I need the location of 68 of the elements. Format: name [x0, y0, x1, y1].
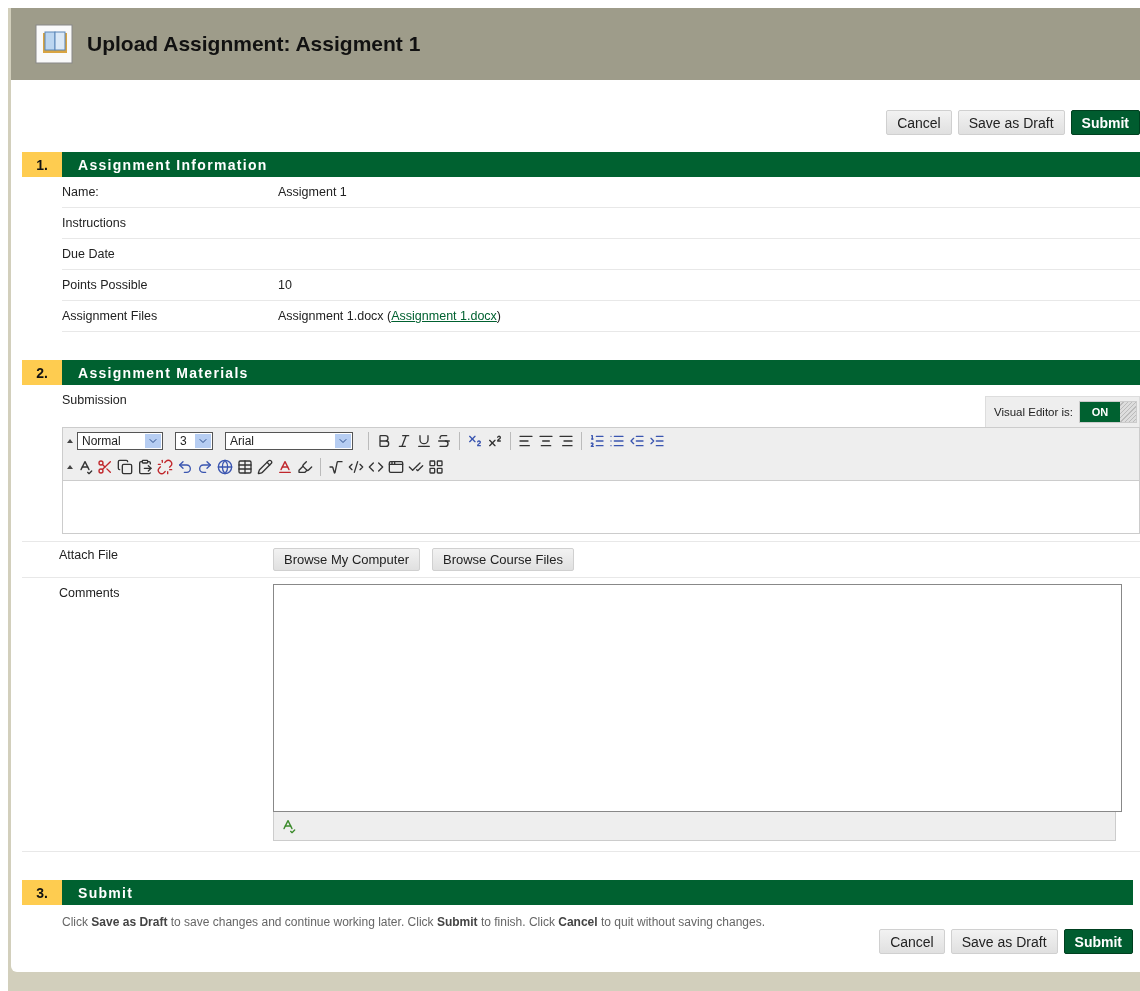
field-label: Instructions — [62, 216, 127, 230]
unlink-icon[interactable] — [157, 459, 173, 475]
submission-label: Submission — [62, 393, 127, 407]
bullet-list-icon[interactable] — [609, 433, 625, 449]
submit-instructions: Click Save as Draft to save changes and continue working later. Click Submit to finish. Click Cancel to quit without saving changes. — [61, 914, 767, 929]
table-icon[interactable] — [237, 459, 253, 475]
indent-icon[interactable] — [649, 433, 665, 449]
section-number: 2. — [22, 360, 62, 385]
browse-button[interactable]: Browse My Computer — [273, 548, 420, 571]
italic-icon[interactable] — [396, 433, 412, 449]
file-link[interactable]: Assignment 1.docx — [391, 309, 497, 323]
window-icon[interactable] — [388, 459, 404, 475]
outdent-icon[interactable] — [629, 433, 645, 449]
superscript-icon[interactable] — [487, 433, 503, 449]
paste-icon[interactable] — [137, 459, 153, 475]
collapse-icon[interactable] — [67, 439, 73, 443]
visual-editor-toggle[interactable]: ON — [1079, 401, 1137, 423]
numbered-list-icon[interactable] — [589, 433, 605, 449]
submit-button[interactable]: Submit — [1070, 110, 1140, 135]
comments-label: Comments — [59, 586, 121, 602]
attach-file-label: Attach File — [59, 548, 120, 562]
section-title: Assignment Materials — [77, 363, 249, 383]
spellcheck-icon[interactable] — [280, 818, 296, 834]
code-icon[interactable] — [368, 459, 384, 475]
subscript-icon[interactable] — [467, 433, 483, 449]
align-left-icon[interactable] — [518, 433, 534, 449]
font-color-icon[interactable] — [277, 459, 293, 475]
pencil-icon[interactable] — [257, 459, 273, 475]
comments-field[interactable] — [273, 584, 1122, 812]
copy-icon[interactable] — [117, 459, 133, 475]
redo-icon[interactable] — [197, 459, 213, 475]
assignment-icon — [35, 24, 73, 64]
section-title: Submit — [77, 883, 134, 903]
field-value: Assignment 1.docx (Assignment 1.docx) — [278, 309, 503, 323]
code-icon[interactable] — [348, 459, 364, 475]
submit-button[interactable]: Submit — [1063, 929, 1133, 954]
field-label: Points Possible — [62, 278, 149, 292]
field-label: Assignment Files — [62, 309, 159, 323]
undo-icon[interactable] — [177, 459, 193, 475]
field-value: Assigment 1 — [278, 185, 348, 199]
strikethrough-icon[interactable] — [436, 433, 452, 449]
secondary-button[interactable]: Cancel — [886, 110, 952, 135]
align-right-icon[interactable] — [558, 433, 574, 449]
font-select[interactable]: Arial — [225, 432, 353, 450]
visual-editor-label: Visual Editor is: — [993, 406, 1073, 418]
radical-icon[interactable] — [328, 459, 344, 475]
browse-button[interactable]: Browse Course Files — [432, 548, 574, 571]
field-label: Due Date — [62, 247, 116, 261]
section-title: Assignment Information — [77, 155, 268, 175]
field-value: 10 — [278, 278, 293, 292]
grid-icon[interactable] — [428, 459, 444, 475]
secondary-button[interactable]: Save as Draft — [957, 110, 1065, 135]
spellcheck-icon[interactable] — [77, 459, 93, 475]
secondary-button[interactable]: Cancel — [879, 929, 945, 954]
size-select[interactable]: 3 — [175, 432, 213, 450]
section-number: 3. — [22, 880, 62, 905]
page-title: Upload Assignment: Assigment 1 — [87, 32, 421, 56]
bold-icon[interactable] — [376, 433, 392, 449]
globe-icon[interactable] — [217, 459, 233, 475]
collapse-icon[interactable] — [67, 465, 73, 469]
format-select[interactable]: Normal — [77, 432, 163, 450]
underline-icon[interactable] — [416, 433, 432, 449]
field-label: Name: — [62, 185, 100, 199]
scissors-icon[interactable] — [97, 459, 113, 475]
secondary-button[interactable]: Save as Draft — [950, 929, 1058, 954]
align-center-icon[interactable] — [538, 433, 554, 449]
highlighter-icon[interactable] — [297, 459, 313, 475]
section-number: 1. — [22, 152, 62, 177]
